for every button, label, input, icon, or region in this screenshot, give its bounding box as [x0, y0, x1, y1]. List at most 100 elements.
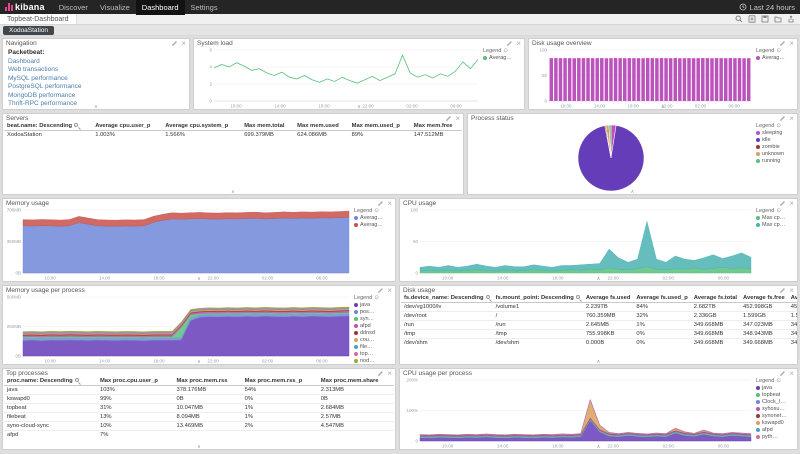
spy-toggle-icon[interactable]: ∧: [197, 277, 201, 282]
legend-item[interactable]: Max cp…: [756, 222, 795, 228]
legend-toggle-icon[interactable]: ⊙: [776, 123, 781, 129]
legend-item[interactable]: java: [756, 385, 795, 391]
close-icon[interactable]: ×: [789, 201, 794, 207]
nav-link[interactable]: MongoDB performance: [8, 92, 81, 99]
legend-item[interactable]: java: [354, 302, 393, 308]
legend-item[interactable]: idle: [756, 137, 795, 143]
nav-link[interactable]: Thrift-RPC performance: [8, 100, 81, 107]
column-search-icon[interactable]: [75, 378, 79, 382]
close-icon[interactable]: ×: [387, 288, 392, 294]
legend-item[interactable]: nod…: [354, 358, 393, 364]
cpu-usage-per-process-chart[interactable]: 0100%200%10:0014:0018:0022:0002:0006:00: [400, 377, 754, 449]
legend-toggle-icon[interactable]: ⊙: [503, 48, 508, 54]
legend-item[interactable]: topbeat: [756, 392, 795, 398]
legend-item[interactable]: Averag…: [483, 55, 522, 61]
process-status-pie-chart[interactable]: [468, 122, 754, 194]
edit-icon[interactable]: [779, 115, 786, 122]
nav-item-dashboard[interactable]: Dashboard: [136, 0, 185, 15]
edit-icon[interactable]: [506, 40, 513, 47]
legend-item[interactable]: Clock_I…: [756, 399, 795, 405]
legend-item[interactable]: cou…: [354, 337, 393, 343]
legend-item[interactable]: Averag…: [354, 215, 393, 221]
search-icon[interactable]: [735, 15, 743, 23]
edit-icon[interactable]: [779, 370, 786, 377]
legend-item[interactable]: synonet…: [756, 413, 795, 419]
legend-item[interactable]: file…: [354, 344, 393, 350]
column-header[interactable]: beat.name: Descending: [4, 122, 92, 131]
close-icon[interactable]: ×: [387, 201, 392, 207]
legend-item[interactable]: kswapd0: [756, 420, 795, 426]
column-header[interactable]: fs.mount_point: Descending: [493, 294, 583, 303]
nav-link[interactable]: PostgreSQL performance: [8, 83, 81, 90]
legend-item[interactable]: pyth…: [756, 434, 795, 440]
kibana-logo[interactable]: kibana: [5, 2, 45, 12]
nav-item-discover[interactable]: Discover: [53, 0, 94, 15]
legend-item[interactable]: running: [756, 158, 795, 164]
legend-toggle-icon[interactable]: ⊙: [776, 48, 781, 54]
nav-link[interactable]: Web transactions: [8, 66, 81, 73]
legend-toggle-icon[interactable]: ⊙: [776, 378, 781, 384]
close-icon[interactable]: ×: [789, 41, 794, 47]
share-icon[interactable]: [787, 15, 795, 23]
new-dashboard-icon[interactable]: [748, 15, 756, 23]
column-header[interactable]: Average fs.used_p: [633, 294, 690, 303]
legend-item[interactable]: afpd: [354, 323, 393, 329]
column-header[interactable]: Average fs.used: [583, 294, 634, 303]
nav-item-visualize[interactable]: Visualize: [94, 0, 136, 15]
edit-icon[interactable]: [779, 200, 786, 207]
column-header[interactable]: proc.name: Descending: [4, 377, 97, 386]
edit-icon[interactable]: [779, 40, 786, 47]
close-icon[interactable]: ×: [181, 41, 186, 47]
column-header[interactable]: Max proc.mem.rss: [174, 377, 242, 386]
close-icon[interactable]: ×: [789, 371, 794, 377]
spy-toggle-icon[interactable]: ∧: [197, 360, 201, 365]
memory-usage-per-process-chart[interactable]: 0B250MB500MB10:0014:0018:0022:0002:0006:…: [3, 294, 352, 364]
column-header[interactable]: Max proc.cpu.user_p: [97, 377, 174, 386]
legend-item[interactable]: Averag…: [756, 55, 795, 61]
column-header[interactable]: Average fs.total: [691, 294, 740, 303]
spy-toggle-icon[interactable]: ∧: [597, 360, 601, 365]
legend-item[interactable]: zombie: [756, 144, 795, 150]
legend-toggle-icon[interactable]: ⊙: [374, 295, 379, 301]
close-icon[interactable]: ×: [455, 116, 460, 122]
disk-usage-overview-chart[interactable]: 05010010:0014:0018:0022:0002:0006:00: [529, 47, 754, 109]
column-search-icon[interactable]: [486, 295, 490, 299]
legend-item[interactable]: syn…: [354, 316, 393, 322]
timepicker[interactable]: Last 24 hours: [739, 3, 795, 12]
nav-link[interactable]: Dashboard: [8, 58, 81, 65]
column-header[interactable]: Max proc.mem.share: [318, 377, 394, 386]
filter-pill[interactable]: XodoaStation: [3, 26, 54, 35]
column-header[interactable]: Average cpu.user_p: [92, 122, 162, 131]
edit-icon[interactable]: [779, 287, 786, 294]
legend-toggle-icon[interactable]: ⊙: [776, 208, 781, 214]
edit-icon[interactable]: [377, 287, 384, 294]
legend-item[interactable]: sleeping: [756, 130, 795, 136]
edit-icon[interactable]: [445, 115, 452, 122]
spy-toggle-icon[interactable]: ∧: [597, 277, 601, 282]
column-header[interactable]: Max mem.free: [411, 122, 462, 131]
close-icon[interactable]: ×: [516, 41, 521, 47]
column-search-icon[interactable]: [576, 295, 580, 299]
legend-item[interactable]: pos…: [354, 309, 393, 315]
edit-icon[interactable]: [377, 370, 384, 377]
legend-item[interactable]: ddnsd: [354, 330, 393, 336]
spy-toggle-icon[interactable]: ∧: [357, 105, 361, 110]
spy-toggle-icon[interactable]: ∧: [231, 190, 235, 195]
column-header[interactable]: Average fs.free: [788, 294, 797, 303]
column-header[interactable]: fs.device_name: Descending: [401, 294, 493, 303]
legend-item[interactable]: unknown: [756, 151, 795, 157]
column-header[interactable]: Average cpu.system_p: [162, 122, 241, 131]
spy-toggle-icon[interactable]: ∧: [631, 190, 635, 195]
legend-toggle-icon[interactable]: ⊙: [374, 208, 379, 214]
open-dashboard-icon[interactable]: [774, 15, 782, 23]
cpu-usage-chart[interactable]: 05010010:0014:0018:0022:0002:0006:00: [400, 207, 754, 281]
dashboard-title-tab[interactable]: Topbeat-Dashboard: [0, 14, 77, 24]
memory-usage-chart[interactable]: 0B350MB700MB10:0014:0018:0022:0002:0006:…: [3, 207, 352, 281]
column-header[interactable]: Max mem.total: [241, 122, 294, 131]
close-icon[interactable]: ×: [387, 371, 392, 377]
legend-item[interactable]: top…: [354, 351, 393, 357]
spy-toggle-icon[interactable]: ∧: [661, 105, 665, 110]
nav-item-settings[interactable]: Settings: [185, 0, 224, 15]
spy-toggle-icon[interactable]: ∧: [597, 445, 601, 450]
save-dashboard-icon[interactable]: [761, 15, 769, 23]
